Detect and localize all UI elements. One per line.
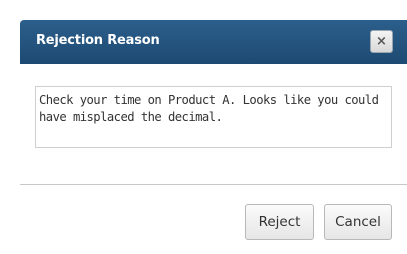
dialog-title: Rejection Reason (36, 33, 160, 48)
reject-button[interactable]: Reject (245, 204, 314, 240)
close-button[interactable]: × (370, 30, 393, 53)
close-icon: × (376, 34, 387, 49)
rejection-reason-dialog: Rejection Reason × Check your time on Pr… (20, 0, 407, 254)
dialog-titlebar: Rejection Reason × (20, 20, 407, 64)
footer-divider (20, 184, 407, 185)
cancel-button[interactable]: Cancel (324, 204, 392, 240)
rejection-reason-textarea[interactable]: Check your time on Product A. Looks like… (35, 86, 392, 148)
